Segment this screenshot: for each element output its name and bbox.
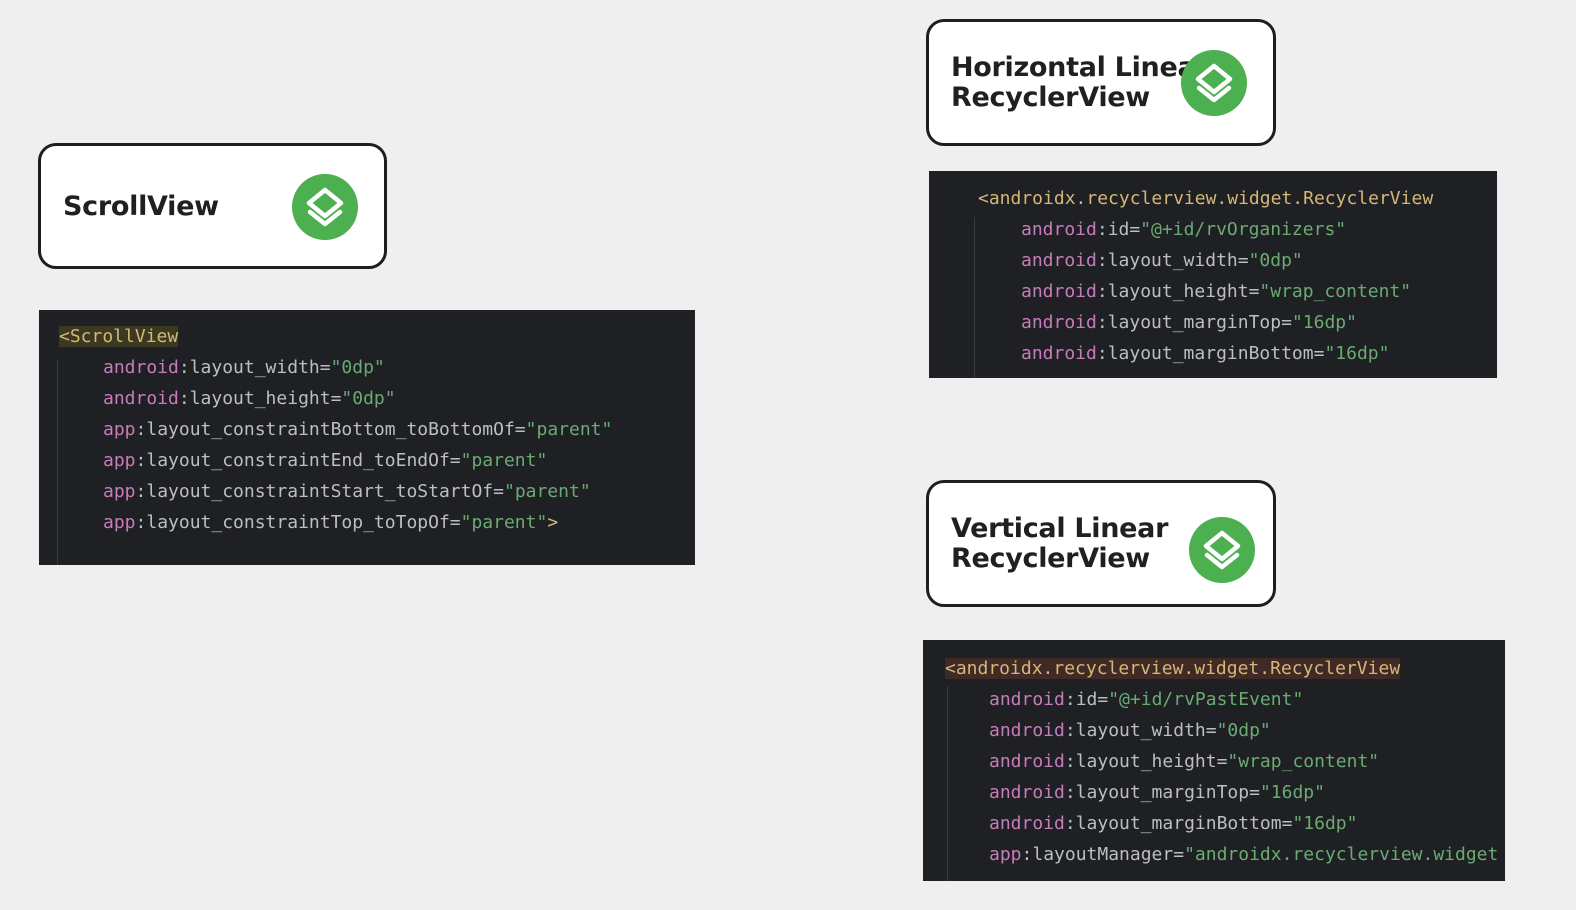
xml-value: "16dp" [1291, 312, 1357, 333]
xml-namespace: android [1021, 343, 1097, 364]
code-line: android:layout_marginBottom="16dp" [1021, 342, 1389, 366]
xml-attribute: :layout_width= [178, 357, 331, 378]
xml-value: "16dp" [1292, 813, 1358, 834]
xml-attribute: :id= [1096, 219, 1141, 240]
layers-icon-graphic [306, 187, 344, 227]
indent-guide [947, 686, 948, 881]
xml-attribute: :layout_marginTop= [1064, 782, 1260, 803]
xml-namespace: app [103, 450, 136, 471]
xml-namespace: android [103, 357, 179, 378]
xml-attribute: :layout_width= [1064, 720, 1217, 741]
xml-attribute: :layout_height= [178, 388, 342, 409]
code-line: app:layoutManager="androidx.recyclerview… [989, 843, 1498, 867]
xml-value: "0dp" [1248, 250, 1303, 271]
vertical-title-line2: RecyclerView [951, 543, 1150, 574]
xml-namespace: app [103, 481, 136, 502]
xml-namespace: android [1021, 281, 1097, 302]
indent-guide [57, 360, 58, 565]
code-line: android:id="@+id/rvPastEvent" [989, 688, 1303, 712]
code-line: app:layout_constraintTop_toTopOf="parent… [103, 511, 558, 535]
xml-tag: <androidx.recyclerview.widget.RecyclerVi… [978, 188, 1434, 209]
code-line-tag: <ScrollView [59, 325, 179, 349]
xml-value: "0dp" [1216, 720, 1271, 741]
xml-namespace: app [989, 844, 1022, 865]
xml-value: "16dp" [1259, 782, 1325, 803]
xml-value: "parent" [460, 450, 548, 471]
horizontal-title-line2: RecyclerView [951, 82, 1150, 113]
xml-tag: <androidx.recyclerview.widget.RecyclerVi… [945, 658, 1401, 679]
xml-namespace: android [1021, 312, 1097, 333]
xml-attribute: :layout_marginTop= [1096, 312, 1292, 333]
xml-value: "parent" [525, 419, 613, 440]
xml-attribute: :layout_constraintEnd_toEndOf= [135, 450, 461, 471]
xml-attribute: :id= [1064, 689, 1109, 710]
vertical-recyclerview-card: Vertical Linear RecyclerView [926, 480, 1276, 607]
xml-attribute: :layoutManager= [1021, 844, 1185, 865]
code-line: app:layout_constraintBottom_toBottomOf="… [103, 418, 612, 442]
horizontal-recyclerview-card: Horizontal Linear RecyclerView [926, 19, 1276, 146]
code-line: android:layout_height="0dp" [103, 387, 396, 411]
xml-value: "16dp" [1324, 343, 1390, 364]
xml-tag: <ScrollView [59, 326, 179, 347]
xml-attribute: :layout_constraintTop_toTopOf= [135, 512, 461, 533]
xml-attribute: :layout_height= [1096, 281, 1260, 302]
xml-attribute: :layout_height= [1064, 751, 1228, 772]
layers-icon [1181, 50, 1247, 116]
xml-value: "parent" [503, 481, 591, 502]
vertical-title-line1: Vertical Linear [951, 513, 1169, 544]
layers-icon [1189, 517, 1255, 583]
code-line-tag: <androidx.recyclerview.widget.RecyclerVi… [978, 187, 1433, 211]
xml-value: "@+id/rvPastEvent" [1108, 689, 1304, 710]
xml-namespace: android [989, 751, 1065, 772]
xml-value: "wrap_content" [1259, 281, 1412, 302]
code-line: android:layout_marginTop="16dp" [989, 781, 1325, 805]
xml-namespace: android [103, 388, 179, 409]
xml-namespace: android [989, 782, 1065, 803]
scrollview-card: ScrollView [38, 143, 387, 269]
xml-attribute: :layout_marginBottom= [1096, 343, 1325, 364]
xml-attribute: :layout_constraintBottom_toBottomOf= [135, 419, 526, 440]
xml-namespace: android [989, 689, 1065, 710]
code-line: app:layout_constraintEnd_toEndOf="parent… [103, 449, 547, 473]
xml-value: "0dp" [330, 357, 385, 378]
layers-icon [292, 174, 358, 240]
xml-namespace: app [103, 419, 136, 440]
code-line: android:layout_marginBottom="16dp" [989, 812, 1357, 836]
layers-icon-graphic [1203, 530, 1241, 570]
xml-tag-close: > [547, 512, 559, 533]
code-line: android:layout_width="0dp" [989, 719, 1271, 743]
code-line: android:layout_width="0dp" [1021, 249, 1303, 273]
xml-attribute: :layout_marginBottom= [1064, 813, 1293, 834]
code-line-tag: <androidx.recyclerview.widget.RecyclerVi… [945, 657, 1401, 681]
code-line: android:layout_width="0dp" [103, 356, 385, 380]
xml-value: "wrap_content" [1227, 751, 1380, 772]
horizontal-code-snippet: <androidx.recyclerview.widget.RecyclerVi… [929, 171, 1497, 378]
code-line: app:layout_constraintStart_toStartOf="pa… [103, 480, 591, 504]
xml-namespace: android [989, 813, 1065, 834]
xml-namespace: app [103, 512, 136, 533]
vertical-code-snippet: <androidx.recyclerview.widget.RecyclerVi… [923, 640, 1505, 881]
xml-value: "parent" [460, 512, 548, 533]
xml-value: "@+id/rvOrganizers" [1140, 219, 1347, 240]
xml-attribute: :layout_width= [1096, 250, 1249, 271]
xml-namespace: android [1021, 250, 1097, 271]
code-line: android:id="@+id/rvOrganizers" [1021, 218, 1346, 242]
xml-attribute: :layout_constraintStart_toStartOf= [135, 481, 504, 502]
xml-value: "androidx.recyclerview.widget [1184, 844, 1499, 865]
indent-guide [974, 217, 975, 378]
code-line: android:layout_height="wrap_content" [1021, 280, 1411, 304]
scrollview-code-snippet: <ScrollView android:layout_width="0dp" an… [39, 310, 695, 565]
layers-icon-graphic [1195, 63, 1233, 103]
xml-namespace: android [1021, 219, 1097, 240]
scrollview-title: ScrollView [63, 191, 219, 222]
xml-namespace: android [989, 720, 1065, 741]
horizontal-title-line1: Horizontal Linear [951, 52, 1209, 83]
code-line: android:layout_height="wrap_content" [989, 750, 1379, 774]
xml-value: "0dp" [341, 388, 396, 409]
code-line: android:layout_marginTop="16dp" [1021, 311, 1357, 335]
